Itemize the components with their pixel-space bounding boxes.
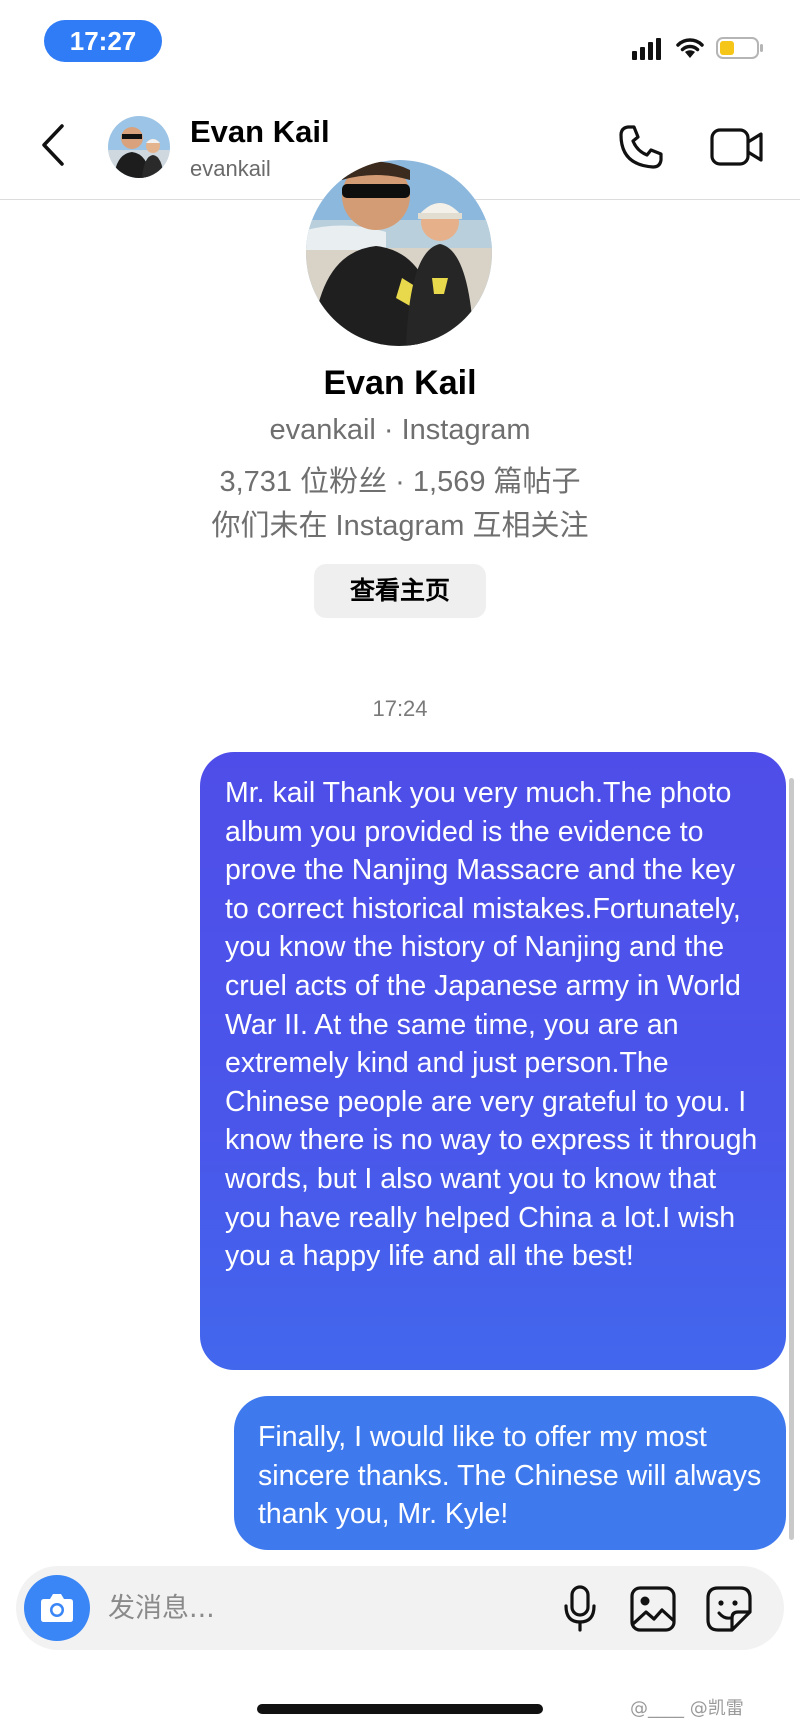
home-indicator[interactable] [257, 1704, 543, 1714]
profile-name: Evan Kail [323, 364, 477, 402]
status-time: 17:27 [44, 20, 162, 62]
phone-icon[interactable] [616, 122, 666, 172]
message-bubble[interactable]: Finally, I would like to offer my most s… [234, 1396, 786, 1550]
message-input[interactable] [108, 1580, 538, 1636]
camera-button[interactable] [24, 1575, 90, 1641]
battery-icon [716, 37, 763, 59]
signal-icon [632, 38, 661, 60]
avatar[interactable] [108, 116, 170, 178]
profile-avatar[interactable] [306, 160, 492, 346]
camera-icon [41, 1594, 73, 1622]
back-icon[interactable] [36, 122, 72, 168]
contact-username: evankail [190, 156, 271, 181]
sticker-icon[interactable] [706, 1586, 752, 1632]
microphone-icon[interactable] [562, 1584, 598, 1632]
status-bar: 17:27 [0, 0, 800, 80]
profile-stats: 3,731 位粉丝 · 1,569 篇帖子 [219, 466, 581, 498]
profile-subtitle: evankail · Instagram [269, 414, 531, 446]
video-icon[interactable] [710, 126, 764, 168]
gallery-icon[interactable] [630, 1586, 676, 1632]
profile-mutual-status: 你们未在 Instagram 互相关注 [211, 510, 589, 542]
watermark: @____ @凯雷 [630, 1698, 744, 1719]
message-bubble[interactable]: Mr. kail Thank you very much.The photo a… [200, 752, 786, 1370]
contact-name[interactable]: Evan Kail [190, 114, 330, 150]
message-timestamp: 17:24 [372, 696, 428, 721]
scrollbar[interactable] [789, 778, 794, 1540]
wifi-icon [676, 38, 704, 58]
view-profile-button[interactable]: 查看主页 [314, 564, 486, 618]
